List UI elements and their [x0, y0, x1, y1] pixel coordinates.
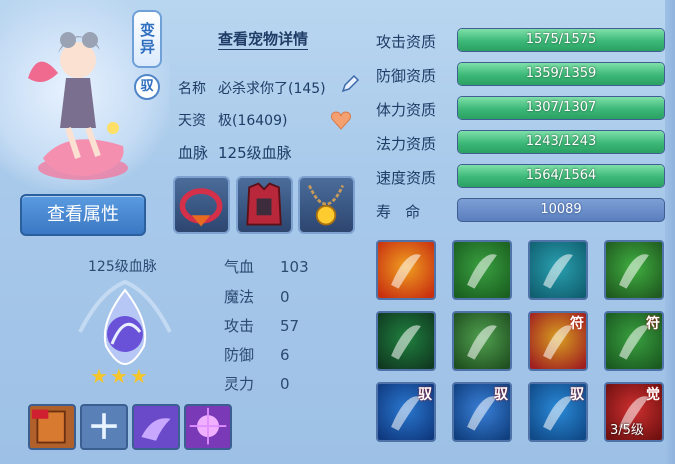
name-label: 名称 — [178, 81, 206, 97]
rider-badge: 驭 — [134, 74, 160, 100]
lifespan-value: 10089 — [540, 202, 582, 217]
purple-burst-icon — [189, 407, 227, 445]
edit-name-icon[interactable] — [340, 74, 360, 94]
resource-value: 1243/1243 — [525, 134, 597, 149]
bloodline-stars: ★★★ — [90, 364, 150, 388]
resource-bar: 1575/1575 — [457, 28, 665, 52]
stat-label: 防御 — [224, 346, 255, 364]
inventory-slot-spirit[interactable] — [132, 404, 180, 450]
pet-details-link[interactable]: 查看宠物详情 — [218, 28, 309, 50]
skill-tag-badge: 驭 — [570, 387, 584, 403]
stat-label: 气血 — [224, 258, 255, 276]
pet-name-row: 名称 必杀求你了(145) — [178, 78, 326, 98]
view-attributes-button[interactable]: 查看属性 — [20, 194, 146, 236]
shield-warrior-skill-slot[interactable] — [604, 240, 664, 300]
stat-value: 6 — [280, 346, 290, 364]
stat-label: 灵力 — [224, 375, 255, 393]
equip-slot-armor[interactable] — [236, 176, 293, 234]
awaken-skill-slot[interactable]: 觉 3/5级 — [604, 382, 664, 442]
inventory-slot-book[interactable] — [28, 404, 76, 450]
resource-bar: 1307/1307 — [457, 96, 665, 120]
resource-bar: 1359/1359 — [457, 62, 665, 86]
aptitude-row: 天资 极(16409) — [178, 110, 287, 130]
skill-tag-badge: 驭 — [494, 387, 508, 403]
bloodline-orb-icon[interactable] — [70, 272, 180, 372]
rider-wave-skill-slot[interactable]: 驭 — [376, 382, 436, 442]
resource-bar: 1564/1564 — [457, 164, 665, 188]
purple-spirit-icon — [141, 418, 171, 441]
stat-row: 气血 103 — [224, 256, 309, 277]
skill-level-text: 3/5级 — [610, 423, 644, 438]
resource-label: 防御资质 — [376, 67, 437, 85]
bloodline-row: 血脉 125级血脉 — [178, 142, 292, 163]
skill-tag-badge: 觉 — [646, 387, 660, 403]
stat-row: 防御 6 — [224, 344, 290, 365]
add-slot-button[interactable] — [80, 404, 128, 450]
inventory-slot-burst[interactable] — [184, 404, 232, 450]
green-demon-skill-icon — [467, 254, 497, 289]
stat-row: 攻击 57 — [224, 315, 299, 336]
equip-slot-amulet[interactable] — [298, 176, 355, 234]
resource-label: 法力资质 — [376, 135, 437, 153]
lifespan-bar: 10089 — [457, 198, 665, 222]
aptitude-value: 极(16409) — [218, 113, 288, 129]
ogre-skill-icon — [467, 325, 497, 360]
stat-label: 攻击 — [224, 317, 255, 335]
aqua-figure-skill-icon — [543, 254, 573, 289]
aqua-figure-skill-slot[interactable] — [528, 240, 588, 300]
shield-warrior-skill-icon — [619, 254, 649, 289]
shadow-claw-skill-slot[interactable] — [376, 311, 436, 371]
green-demon-skill-slot[interactable] — [452, 240, 512, 300]
ogre-skill-slot[interactable] — [452, 311, 512, 371]
collar-icon — [179, 188, 223, 227]
resource-value: 1564/1564 — [525, 168, 597, 183]
rune-sword-skill-slot[interactable]: 符 — [528, 311, 588, 371]
heart-icon[interactable] — [330, 110, 352, 130]
armor-icon — [246, 182, 282, 226]
resource-value: 1307/1307 — [525, 100, 597, 115]
amulet-icon — [308, 184, 345, 226]
resource-value: 1575/1575 — [525, 32, 597, 47]
lifespan-label: 寿 命 — [376, 203, 421, 221]
panel-edge — [665, 0, 675, 464]
skill-tag-badge: 符 — [646, 316, 660, 332]
pet-figure-icon — [28, 32, 128, 180]
shadow-claw-skill-icon — [391, 325, 421, 360]
flame-sword-skill-icon — [391, 254, 421, 289]
stat-label: 魔法 — [224, 288, 255, 306]
name-value: 必杀求你了(145) — [218, 81, 326, 97]
stat-value: 0 — [280, 288, 290, 306]
resource-label: 攻击资质 — [376, 33, 437, 51]
stat-value: 103 — [280, 258, 309, 276]
plus-icon — [91, 413, 117, 439]
resource-bar: 1243/1243 — [457, 130, 665, 154]
resource-label: 体力资质 — [376, 101, 437, 119]
skill-book-icon — [31, 409, 66, 444]
stat-row: 魔法 0 — [224, 286, 290, 307]
resource-label: 速度资质 — [376, 169, 437, 187]
skill-tag-badge: 符 — [570, 316, 584, 332]
resource-value: 1359/1359 — [525, 66, 597, 81]
variant-badge: 变异 — [132, 10, 162, 68]
bloodline-value: 125级血脉 — [218, 144, 292, 162]
skill-tag-badge: 驭 — [418, 387, 432, 403]
rider-blade-skill-slot[interactable]: 驭 — [452, 382, 512, 442]
rider-dash-skill-slot[interactable]: 驭 — [528, 382, 588, 442]
equip-slot-collar[interactable] — [173, 176, 230, 234]
rune-beast-skill-slot[interactable]: 符 — [604, 311, 664, 371]
bloodline-label: 血脉 — [178, 144, 209, 162]
stat-value: 0 — [280, 375, 290, 393]
stat-row: 灵力 0 — [224, 373, 290, 394]
aptitude-label: 天资 — [178, 113, 206, 129]
stat-value: 57 — [280, 317, 300, 335]
flame-sword-skill-slot[interactable] — [376, 240, 436, 300]
